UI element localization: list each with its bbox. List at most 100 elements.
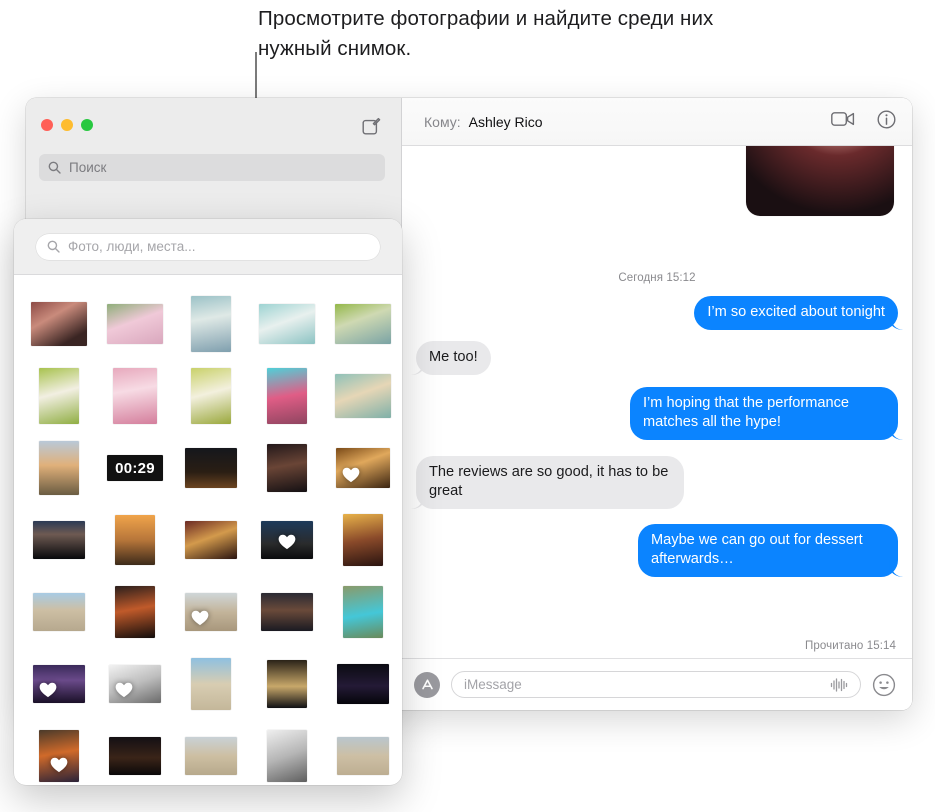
photo-thumbnail-image[interactable] (115, 586, 155, 638)
photo-thumbnail-image[interactable] (343, 586, 383, 638)
facetime-video-button[interactable] (831, 111, 855, 132)
message-bubble-outgoing[interactable]: I’m so excited about tonight (694, 296, 898, 330)
photo-thumbnail-image[interactable] (259, 304, 315, 344)
favorite-heart-icon (342, 467, 360, 483)
photo-thumbnail-image[interactable] (33, 665, 85, 703)
search-icon (48, 161, 61, 174)
photo-thumbnail[interactable] (259, 293, 315, 355)
photo-thumbnail[interactable] (183, 725, 239, 785)
photo-thumbnail-image[interactable] (267, 444, 307, 492)
photo-thumbnail[interactable] (259, 581, 315, 643)
imessage-input[interactable]: iMessage (451, 671, 861, 698)
facetime-video-icon (831, 112, 855, 126)
photo-thumbnail[interactable] (335, 293, 391, 355)
photo-thumbnail-image[interactable] (185, 521, 237, 559)
photo-thumbnail-image[interactable] (337, 664, 389, 704)
photo-thumbnail-image[interactable] (261, 593, 313, 631)
photo-thumbnail-image[interactable] (337, 737, 389, 775)
photo-thumbnail[interactable] (31, 437, 87, 499)
photo-thumbnail-image[interactable] (113, 368, 157, 424)
photos-popover-header: Фото, люди, места... (14, 219, 402, 275)
photo-thumbnail[interactable] (335, 365, 391, 427)
photo-thumbnail-image[interactable] (335, 304, 391, 344)
photo-thumbnail[interactable] (31, 293, 87, 355)
photo-thumbnail[interactable] (107, 581, 163, 643)
photo-thumbnail-image[interactable] (185, 737, 237, 775)
photo-attachment-bubble[interactable] (746, 146, 894, 216)
photo-thumbnail[interactable] (183, 437, 239, 499)
photo-thumbnail-image[interactable] (185, 448, 237, 488)
photo-thumbnail-image[interactable] (335, 374, 391, 418)
photo-thumbnail[interactable] (259, 437, 315, 499)
photo-thumbnail[interactable] (335, 725, 391, 785)
photo-thumbnail-image[interactable] (267, 730, 307, 782)
video-thumbnail[interactable]: 00:29 (107, 455, 163, 481)
photo-thumbnail-image[interactable] (39, 730, 79, 782)
photo-thumbnail[interactable] (335, 437, 391, 499)
photo-thumbnail-image[interactable] (185, 593, 237, 631)
message-list[interactable]: Сегодня 15:12 I’m so excited about tonig… (402, 146, 912, 658)
compose-message-button[interactable] (360, 115, 382, 137)
photo-thumbnail[interactable] (31, 581, 87, 643)
photo-thumbnail-image[interactable] (39, 368, 79, 424)
to-label: Кому: (424, 113, 461, 130)
conversation-info-button[interactable] (877, 109, 896, 134)
photo-thumbnail-image[interactable] (107, 304, 163, 344)
photo-thumbnail-image[interactable] (267, 368, 307, 424)
photo-thumbnail[interactable] (183, 653, 239, 715)
photo-thumbnail[interactable] (107, 509, 163, 571)
photo-thumbnail-image[interactable] (191, 368, 231, 424)
photo-thumbnail[interactable] (259, 725, 315, 785)
zoom-window-button[interactable] (81, 119, 93, 131)
photo-thumbnail-image[interactable] (267, 660, 307, 708)
photo-thumbnail-image[interactable] (343, 514, 383, 566)
photo-thumbnail[interactable] (183, 365, 239, 427)
photo-thumbnail[interactable]: 00:29 (107, 437, 163, 499)
photo-thumbnail[interactable] (107, 365, 163, 427)
conversations-search-field[interactable]: Поиск (39, 154, 385, 181)
message-bubble-outgoing[interactable]: Maybe we can go out for dessert afterwar… (638, 524, 898, 577)
photo-thumbnail[interactable] (107, 653, 163, 715)
message-bubble-outgoing[interactable]: I’m hoping that the performance matches … (630, 387, 898, 440)
screenshot-stage: Просмотрите фотографии и найдите среди н… (0, 0, 935, 812)
photo-thumbnail[interactable] (183, 581, 239, 643)
photo-thumbnail-image[interactable] (261, 521, 313, 559)
photo-thumbnail-image[interactable] (336, 448, 390, 488)
imessage-apps-button[interactable] (414, 671, 440, 698)
photo-thumbnail-image[interactable] (191, 296, 231, 352)
read-receipt: Прочитано 15:14 (805, 640, 896, 652)
photo-thumbnail-image[interactable] (109, 665, 161, 703)
close-window-button[interactable] (41, 119, 53, 131)
audio-waveform-icon[interactable] (830, 677, 848, 692)
photo-thumbnail-image[interactable] (115, 515, 155, 565)
photo-thumbnail-image[interactable] (191, 658, 231, 710)
photo-thumbnail[interactable] (31, 509, 87, 571)
emoji-picker-button[interactable] (872, 673, 896, 697)
photo-thumbnail[interactable] (183, 293, 239, 355)
photos-search-field[interactable]: Фото, люди, места... (36, 233, 380, 260)
photo-thumbnail[interactable] (31, 725, 87, 785)
photo-thumbnail-image[interactable] (33, 521, 85, 559)
photo-thumbnail[interactable] (31, 365, 87, 427)
photo-thumbnail-image[interactable] (109, 737, 161, 775)
photo-thumbnail-image[interactable] (31, 302, 87, 346)
photo-thumbnail[interactable] (259, 365, 315, 427)
photos-grid[interactable]: 00:29 (14, 275, 402, 785)
photo-thumbnail-image[interactable] (33, 593, 85, 631)
photo-thumbnail-image[interactable] (39, 441, 79, 495)
photo-thumbnail[interactable] (259, 509, 315, 571)
minimize-window-button[interactable] (61, 119, 73, 131)
message-bubble-incoming[interactable]: The reviews are so good, it has to be gr… (416, 456, 684, 509)
info-icon (877, 109, 896, 129)
photo-thumbnail[interactable] (335, 653, 391, 715)
message-bubble-incoming[interactable]: Me too! (416, 341, 491, 375)
photo-thumbnail[interactable] (31, 653, 87, 715)
window-traffic-lights[interactable] (41, 119, 93, 131)
photo-thumbnail[interactable] (107, 293, 163, 355)
photo-thumbnail[interactable] (335, 581, 391, 643)
photo-thumbnail[interactable] (259, 653, 315, 715)
photo-thumbnail[interactable] (107, 725, 163, 785)
photo-thumbnail[interactable] (183, 509, 239, 571)
recipient-name[interactable]: Ashley Rico (469, 114, 543, 130)
photo-thumbnail[interactable] (335, 509, 391, 571)
